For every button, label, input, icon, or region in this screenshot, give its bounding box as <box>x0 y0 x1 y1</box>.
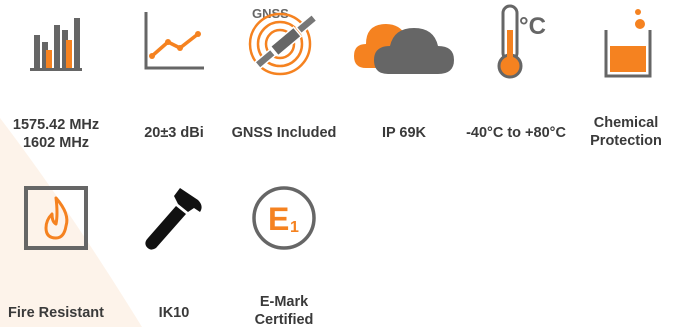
feature-gnss: GNSS GNSS Included <box>228 0 340 160</box>
feature-gain: 20±3 dBi <box>118 0 230 160</box>
feature-frequency: 1575.42 MHz 1602 MHz <box>0 0 112 160</box>
feature-label: 1575.42 MHz 1602 MHz <box>12 117 100 151</box>
feature-label: -40°C to +80°C <box>466 125 566 141</box>
feature-emark: E 1 E-Mark Certified <box>228 176 340 328</box>
feature-label: GNSS Included <box>231 125 337 141</box>
line-chart-icon <box>144 12 204 70</box>
cloud-icon <box>354 24 454 74</box>
bar-chart-icon <box>30 18 82 71</box>
hammer-icon <box>145 188 202 250</box>
feature-label: IK10 <box>158 305 190 321</box>
feature-fire-resistant: Fire Resistant <box>0 176 112 326</box>
feature-chemical: Chemical Protection <box>570 0 676 160</box>
feature-label: Fire Resistant <box>8 305 104 321</box>
feature-label: E-Mark Certified <box>254 294 314 328</box>
feature-ip-rating: IP 69K <box>348 0 460 160</box>
emark-letter: E <box>268 201 289 237</box>
feature-temperature: °C -40°C to +80°C <box>460 0 572 160</box>
gnss-satellite-icon: GNSS <box>248 6 318 76</box>
feature-impact: IK10 <box>118 176 230 326</box>
feature-label: IP 69K <box>381 125 427 141</box>
flame-icon <box>24 186 88 250</box>
thermometer-icon: °C <box>497 4 546 79</box>
emark-subscript: 1 <box>290 219 299 236</box>
e-mark-icon: E 1 <box>252 186 316 250</box>
celsius-icon-text: °C <box>519 13 546 40</box>
feature-label: 20±3 dBi <box>144 125 204 141</box>
feature-label: Chemical Protection <box>590 115 662 149</box>
chemical-beaker-icon <box>604 9 652 78</box>
